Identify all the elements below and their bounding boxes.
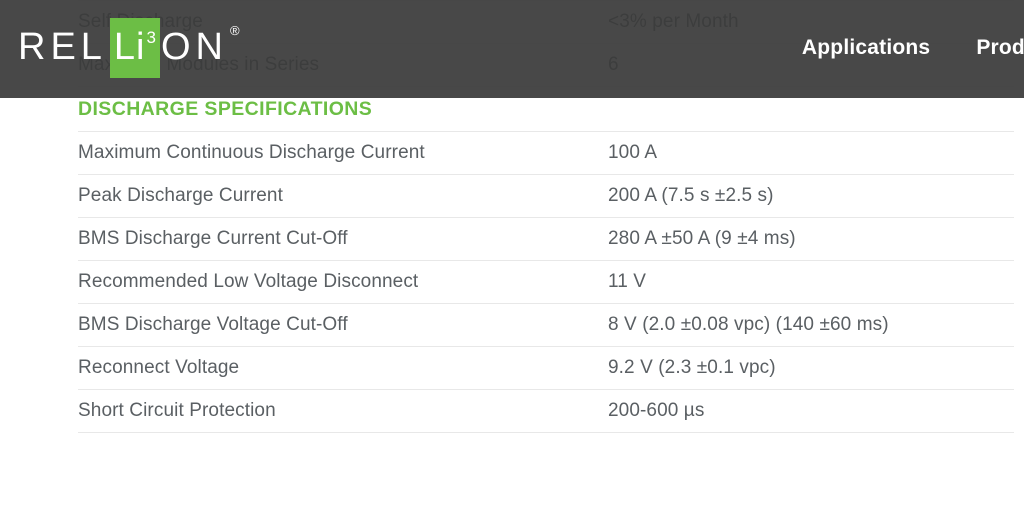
main-navigation: Applications Produ: [756, 30, 1024, 66]
spec-value: 11 V: [608, 271, 647, 292]
logo-text-part1: REL: [18, 26, 107, 68]
table-row: Reconnect Voltage 9.2 V (2.3 ±0.1 vpc): [78, 346, 1014, 390]
table-row: Recommended Low Voltage Disconnect 11 V: [78, 260, 1014, 304]
logo-wordmark: REL Li3 ON ®: [18, 18, 240, 78]
spec-value: 200-600 µs: [608, 400, 705, 421]
spec-value: 200 A (7.5 s ±2.5 s): [608, 185, 774, 206]
nav-item-products[interactable]: Produ: [976, 36, 1024, 60]
table-end-rule: [78, 432, 1014, 434]
table-row: BMS Discharge Voltage Cut-Off 8 V (2.0 ±…: [78, 303, 1014, 347]
spec-value: 9.2 V (2.3 ±0.1 vpc): [608, 357, 776, 378]
spec-label: Maximum Continuous Discharge Current: [78, 142, 425, 163]
spec-value: 100 A: [608, 142, 658, 163]
spec-label: Short Circuit Protection: [78, 400, 276, 421]
logo-text-part2: ON: [160, 26, 228, 68]
table-row: Maximum Continuous Discharge Current 100…: [78, 131, 1014, 175]
logo-green-block: Li3: [109, 18, 160, 78]
logo-superscript-3: 3: [146, 28, 157, 48]
registered-trademark-icon: ®: [229, 23, 240, 38]
nav-item-applications[interactable]: Applications: [802, 36, 930, 60]
spec-label: Recommended Low Voltage Disconnect: [78, 271, 419, 292]
spec-label: BMS Discharge Voltage Cut-Off: [78, 314, 348, 335]
table-row: BMS Discharge Current Cut-Off 280 A ±50 …: [78, 217, 1014, 261]
relion-logo[interactable]: REL Li3 ON ®: [18, 18, 240, 78]
logo-li: Li: [113, 26, 146, 68]
spec-label: BMS Discharge Current Cut-Off: [78, 228, 348, 249]
table-row: Short Circuit Protection 200-600 µs: [78, 389, 1014, 433]
spec-label: Reconnect Voltage: [78, 357, 240, 378]
spec-value: 280 A ±50 A (9 ±4 ms): [608, 228, 796, 249]
spec-value: 8 V (2.0 ±0.08 vpc) (140 ±60 ms): [608, 314, 889, 335]
spec-label: Peak Discharge Current: [78, 185, 283, 206]
table-row: Peak Discharge Current 200 A (7.5 s ±2.5…: [78, 174, 1014, 218]
site-header: RELLi3ON® Applications Produ: [0, 0, 1024, 98]
